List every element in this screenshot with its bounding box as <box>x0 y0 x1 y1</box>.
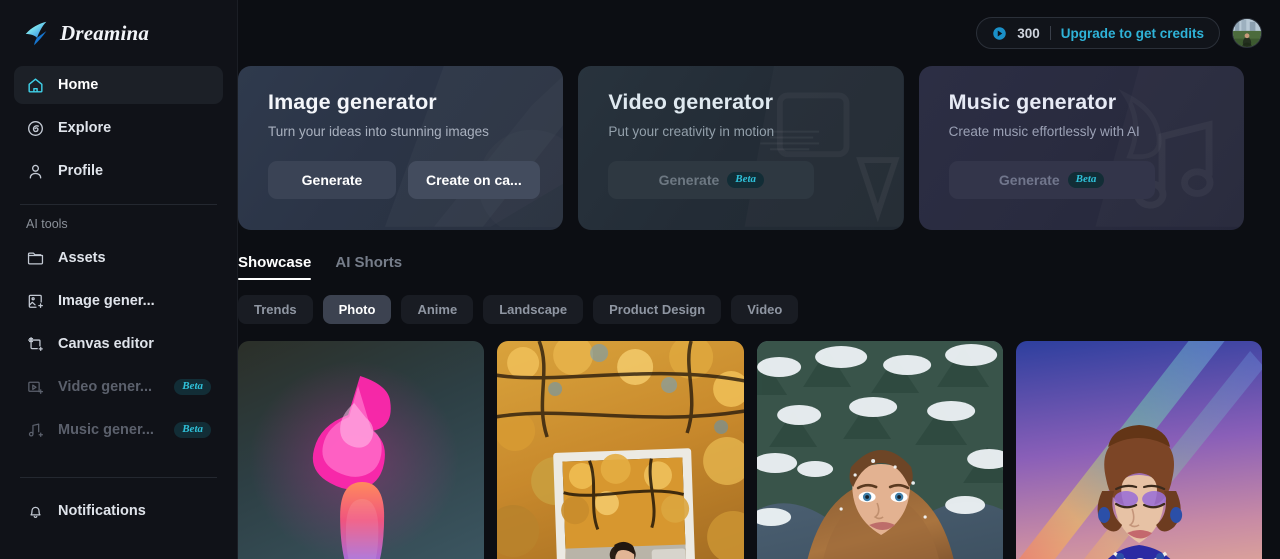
chip-photo[interactable]: Photo <box>322 295 392 324</box>
gallery-image-1 <box>238 341 485 559</box>
card-actions: Generate Create on ca... <box>268 161 563 199</box>
card-music-generator[interactable]: Music generator Create music effortlessl… <box>918 66 1244 230</box>
dreamina-home-page: Dreamina Home Explore Profile AI tools A… <box>0 0 1280 559</box>
video-sparkle-icon <box>26 378 45 397</box>
card-title: Video generator <box>608 90 774 114</box>
create-on-canvas-button[interactable]: Create on ca... <box>408 161 540 199</box>
showcase-gallery <box>238 341 1262 559</box>
content-tabs: Showcase AI Shorts <box>238 230 1262 280</box>
card-title: Music generator <box>948 90 1117 114</box>
card-actions: Generate Beta <box>948 161 1244 199</box>
credits-pill[interactable]: 300 Upgrade to get credits <box>976 17 1220 49</box>
card-actions: Generate Beta <box>608 161 903 199</box>
chip-label: Photo <box>338 302 376 317</box>
sidebar-item-assets[interactable]: Assets <box>14 239 223 277</box>
sidebar-item-notifications[interactable]: Notifications <box>14 492 223 530</box>
sidebar-item-explore[interactable]: Explore <box>14 109 223 147</box>
card-title: Image generator <box>268 90 437 114</box>
beta-badge: Beta <box>1067 172 1105 188</box>
sidebar-divider-bottom <box>20 477 217 478</box>
chip-product-design[interactable]: Product Design <box>593 295 722 324</box>
sidebar-item-label: Profile <box>58 163 104 179</box>
generate-button[interactable]: Generate Beta <box>608 161 815 199</box>
sidebar-item-label: Canvas editor <box>58 336 154 352</box>
chip-label: Landscape <box>499 302 568 317</box>
gallery-image-3 <box>756 341 1003 559</box>
home-icon <box>26 76 45 95</box>
compass-icon <box>26 119 45 138</box>
dreamina-logo-icon <box>22 18 52 48</box>
filter-chips: Trends Photo Anime Landscape Product Des… <box>238 295 1262 324</box>
sidebar-item-home[interactable]: Home <box>14 66 223 104</box>
sidebar-item-video-generator[interactable]: Video gener... Beta <box>14 368 223 406</box>
sidebar: Dreamina Home Explore Profile AI tools A… <box>0 0 238 559</box>
gallery-image-2 <box>497 341 744 559</box>
sidebar-item-label: Assets <box>58 250 106 266</box>
sidebar-item-label: Home <box>58 77 99 93</box>
gallery-item-1[interactable] <box>238 341 485 559</box>
brand-logo[interactable]: Dreamina <box>14 0 223 66</box>
chip-label: Trends <box>254 302 297 317</box>
credit-coin-icon <box>992 26 1007 41</box>
sidebar-item-image-generator[interactable]: Image gener... <box>14 282 223 320</box>
chip-anime[interactable]: Anime <box>401 295 474 324</box>
sidebar-item-label: Video gener... <box>58 379 153 395</box>
sidebar-divider-top <box>20 204 217 205</box>
bell-icon <box>26 502 45 521</box>
gallery-item-3[interactable] <box>756 341 1003 559</box>
button-label: Generate <box>998 172 1060 188</box>
canvas-crop-icon <box>26 335 45 354</box>
sidebar-item-label: Music gener... <box>58 422 154 438</box>
beta-badge: Beta <box>174 422 211 438</box>
tab-ai-shorts[interactable]: AI Shorts <box>335 254 402 280</box>
tab-label: AI Shorts <box>335 254 403 271</box>
sidebar-section-label: AI tools <box>26 217 68 231</box>
chip-label: Video <box>747 302 783 317</box>
brand-name: Dreamina <box>60 20 150 45</box>
card-subtitle: Turn your ideas into stunning images <box>268 124 489 139</box>
image-sparkle-icon <box>26 292 45 311</box>
gallery-item-2[interactable] <box>497 341 744 559</box>
card-image-generator[interactable]: Image generator Turn your ideas into stu… <box>238 66 564 230</box>
card-subtitle: Put your creativity in motion <box>608 124 775 139</box>
button-label: Create on ca... <box>426 172 522 188</box>
pill-separator <box>1049 26 1051 40</box>
tab-showcase[interactable]: Showcase <box>238 254 312 280</box>
chip-label: Anime <box>417 302 458 317</box>
sidebar-item-label: Notifications <box>58 503 146 519</box>
chip-label: Product Design <box>609 302 706 317</box>
button-label: Generate <box>301 172 363 188</box>
gallery-image-4 <box>1015 341 1262 559</box>
generate-button[interactable]: Generate <box>268 161 396 199</box>
generator-cards: Image generator Turn your ideas into stu… <box>238 66 1262 230</box>
music-sparkle-icon <box>26 421 45 440</box>
beta-badge: Beta <box>727 172 765 188</box>
credits-amount: 300 <box>1017 25 1040 41</box>
sidebar-item-canvas-editor[interactable]: Canvas editor <box>14 325 223 363</box>
card-subtitle: Create music effortlessly with AI <box>948 124 1140 139</box>
sidebar-item-label: Image gener... <box>58 293 155 309</box>
card-video-generator[interactable]: Video generator Put your creativity in m… <box>578 66 904 230</box>
sidebar-item-label: Explore <box>58 120 112 136</box>
upgrade-link[interactable]: Upgrade to get credits <box>1061 26 1204 41</box>
beta-badge: Beta <box>174 379 211 395</box>
chip-landscape[interactable]: Landscape <box>483 295 584 324</box>
sidebar-item-music-generator[interactable]: Music gener... Beta <box>14 411 223 449</box>
chip-video[interactable]: Video <box>731 295 799 324</box>
top-bar: 300 Upgrade to get credits <box>238 0 1280 66</box>
generate-button[interactable]: Generate Beta <box>948 161 1155 199</box>
button-label: Generate <box>658 172 720 188</box>
avatar[interactable] <box>1232 18 1262 48</box>
person-icon <box>26 162 45 181</box>
folder-icon <box>26 249 45 268</box>
chip-trends[interactable]: Trends <box>238 295 313 324</box>
gallery-item-4[interactable] <box>1015 341 1262 559</box>
main-area: 300 Upgrade to get credits Image generat… <box>238 0 1280 559</box>
tab-label: Showcase <box>238 254 312 271</box>
sidebar-item-profile[interactable]: Profile <box>14 152 223 190</box>
